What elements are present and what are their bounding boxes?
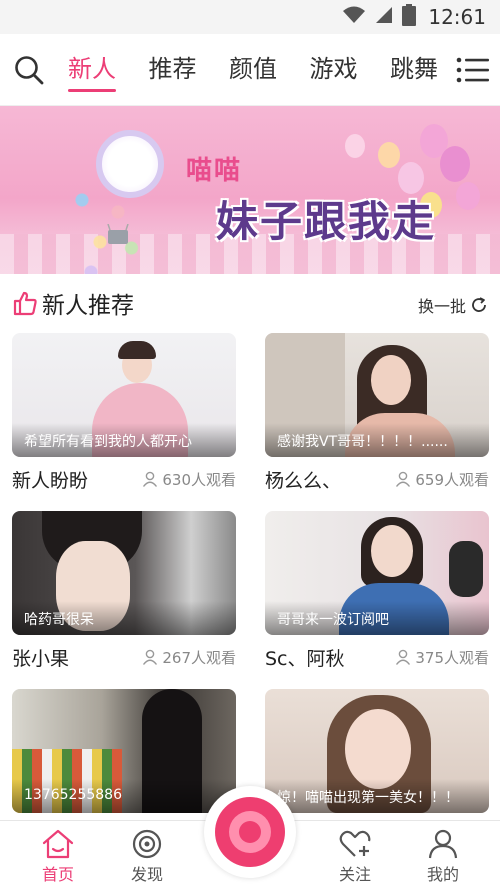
- thumbs-up-icon: [13, 291, 37, 316]
- streamer-name: Sc、阿秋: [265, 647, 345, 670]
- wifi-icon: [342, 5, 366, 29]
- banner-title: 喵喵: [186, 156, 243, 186]
- stream-thumbnail: 希望所有看到我的人都开心: [12, 333, 236, 457]
- nav-follow-label: 关注: [338, 865, 371, 884]
- battery-icon: [402, 4, 417, 30]
- profile-icon: [428, 829, 458, 859]
- status-bar: 12:61: [0, 0, 500, 34]
- balloon-graphic: [440, 146, 470, 182]
- refresh-button[interactable]: 换一批: [418, 293, 488, 317]
- nav-home[interactable]: 首页: [18, 821, 98, 889]
- stream-caption: 惊！喵喵出现第一美女！！！: [265, 779, 489, 813]
- nav-discover[interactable]: 发现: [107, 821, 187, 889]
- person-icon: [396, 471, 411, 487]
- viewer-count-text: 375人观看: [415, 648, 489, 667]
- stream-thumbnail: 惊！喵喵出现第一美女！！！: [265, 689, 489, 813]
- viewer-count: 630人观看: [142, 469, 236, 490]
- face-shape: [371, 355, 411, 405]
- stream-thumbnail: 哈药哥很呆: [12, 511, 236, 635]
- signal-icon: [374, 5, 394, 29]
- viewer-count: 375人观看: [395, 647, 489, 668]
- search-icon: [15, 55, 44, 84]
- home-icon: [42, 829, 74, 859]
- tab-tuijian[interactable]: 推荐: [147, 34, 199, 106]
- stream-card[interactable]: 哈药哥很呆 张小果 267人观看: [12, 511, 236, 679]
- nav-discover-label: 发现: [130, 865, 163, 884]
- viewer-count-text: 630人观看: [162, 470, 236, 489]
- viewer-count-text: 267人观看: [162, 648, 236, 667]
- basket-graphic: [107, 224, 129, 244]
- viewer-count: 267人观看: [142, 647, 236, 668]
- person-icon: [396, 649, 411, 665]
- section-header: 新人推荐 换一批: [0, 274, 500, 332]
- viewer-count-text: 659人观看: [415, 470, 489, 489]
- person-icon: [143, 471, 158, 487]
- balloon-graphic: [345, 134, 365, 158]
- go-live-button[interactable]: [204, 786, 296, 878]
- hair-shape: [118, 341, 156, 359]
- stream-card[interactable]: 希望所有看到我的人都开心 新人盼盼 630人观看: [12, 333, 236, 501]
- viewer-count: 659人观看: [395, 469, 489, 490]
- follow-heart-icon: [339, 830, 371, 857]
- status-time: 12:61: [428, 5, 486, 29]
- nav-home-label: 首页: [41, 865, 74, 884]
- magnifier-graphic: [96, 130, 164, 198]
- stream-card[interactable]: 13765255886: [12, 689, 236, 813]
- stream-thumbnail: 感谢我VT哥哥！！！！......: [265, 333, 489, 457]
- banner-subtitle: 妹子跟我走: [216, 197, 437, 246]
- section-title: 新人推荐: [42, 293, 134, 319]
- nav-follow[interactable]: 关注: [315, 821, 395, 889]
- streamer-name: 杨么么、: [265, 469, 342, 492]
- person-icon: [143, 649, 158, 665]
- stream-caption: 哥哥来一波订阅吧: [265, 601, 489, 635]
- discover-icon: [132, 829, 162, 859]
- balloon-graphic: [378, 142, 400, 168]
- top-nav: 新人 推荐 颜值 游戏 跳舞: [0, 34, 500, 106]
- category-menu-button[interactable]: [446, 34, 500, 106]
- stream-caption: 感谢我VT哥哥！！！！......: [265, 423, 489, 457]
- tab-yanzhi[interactable]: 颜值: [227, 34, 279, 106]
- stream-caption: 13765255886: [12, 779, 236, 813]
- promo-banner[interactable]: 喵喵 妹子跟我走: [0, 106, 500, 274]
- microphone-shape: [449, 541, 483, 597]
- search-button[interactable]: [2, 34, 56, 106]
- stream-card[interactable]: 惊！喵喵出现第一美女！！！: [265, 689, 489, 813]
- stream-thumbnail: 13765255886: [12, 689, 236, 813]
- stream-card[interactable]: 感谢我VT哥哥！！！！...... 杨么么、 659人观看: [265, 333, 489, 501]
- nav-profile[interactable]: 我的: [403, 821, 483, 889]
- stream-card[interactable]: 哥哥来一波订阅吧 Sc、阿秋 375人观看: [265, 511, 489, 679]
- refresh-icon: [472, 297, 486, 312]
- face-shape: [371, 525, 413, 577]
- nav-profile-label: 我的: [426, 865, 459, 884]
- tab-xinren[interactable]: 新人: [66, 34, 118, 106]
- refresh-label: 换一批: [417, 297, 466, 316]
- streamer-name: 新人盼盼: [12, 469, 89, 492]
- stream-thumbnail: 哥哥来一波订阅吧: [265, 511, 489, 635]
- streamer-name: 张小果: [12, 647, 70, 670]
- balloon-graphic: [456, 182, 480, 210]
- live-record-icon: [215, 797, 285, 867]
- menu-icon: [456, 57, 489, 82]
- face-shape: [345, 709, 411, 789]
- stream-caption: 希望所有看到我的人都开心: [12, 423, 236, 457]
- category-tabs: 新人 推荐 颜值 游戏 跳舞: [56, 34, 446, 106]
- stream-caption: 哈药哥很呆: [12, 601, 236, 635]
- tab-tiaowu[interactable]: 跳舞: [388, 34, 440, 106]
- tab-youxi[interactable]: 游戏: [308, 34, 360, 106]
